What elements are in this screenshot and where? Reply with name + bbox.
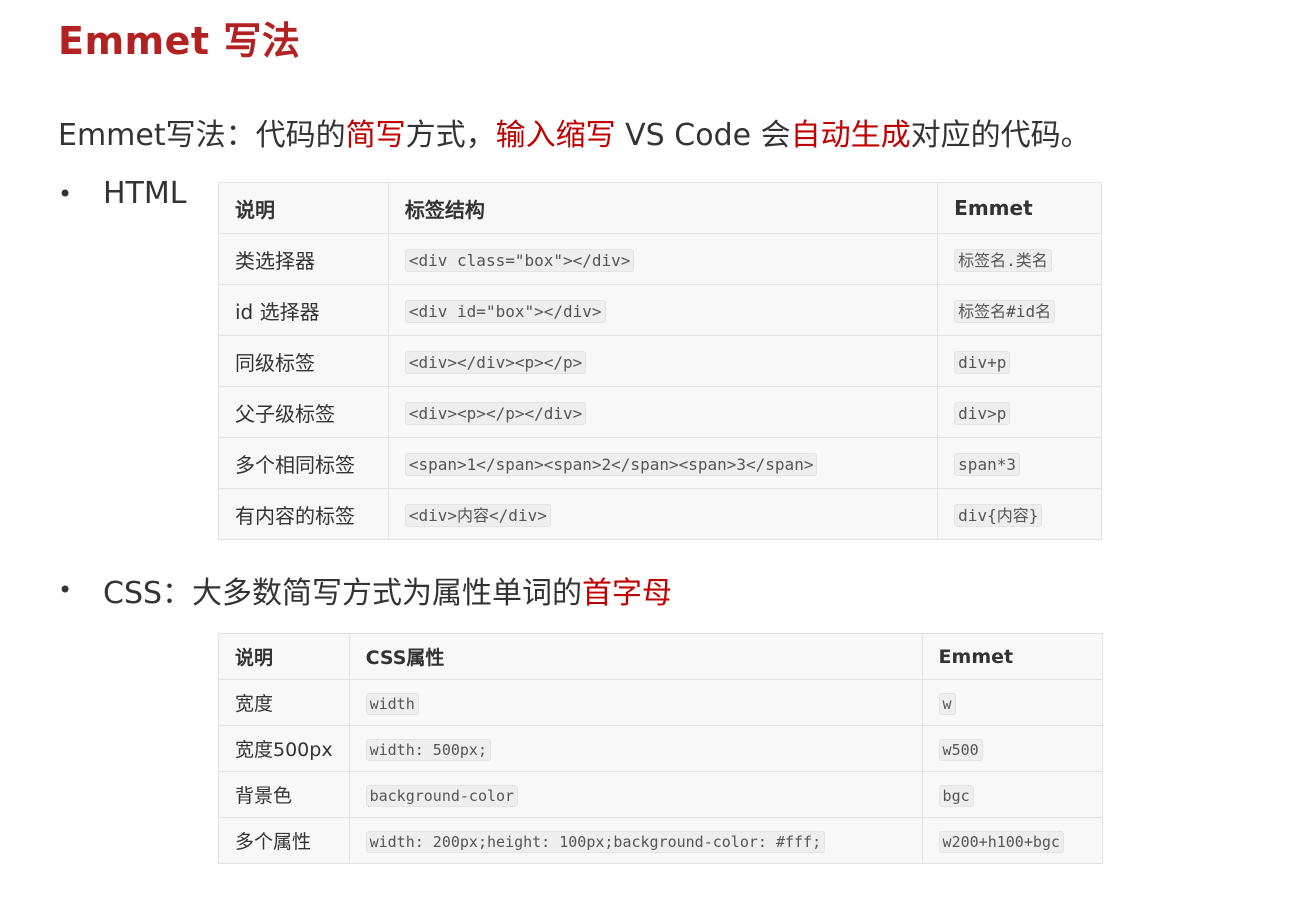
row-description: 有内容的标签	[218, 488, 389, 540]
header-emmet: Emmet	[937, 182, 1102, 234]
tag-structure-code: <span>1</span><span>2</span><span>3</spa…	[404, 453, 818, 476]
row-description: 类选择器	[218, 233, 389, 285]
intro-highlight-2: 输入缩写	[495, 118, 616, 153]
row-description: id 选择器	[218, 284, 389, 336]
html-bullet-item: • HTML	[58, 176, 186, 211]
header-css-property: CSS属性	[348, 633, 923, 680]
emmet-code: w200+h100+bgc	[938, 830, 1064, 853]
css-bullet-item: • CSS：大多数简写方式为属性单词的 首字母	[58, 568, 672, 612]
tag-structure-code: <div id="box"></div>	[404, 300, 606, 323]
table-row: 有内容的标签 <div>内容</div> div{内容}	[218, 488, 1102, 540]
header-description: 说明	[218, 182, 389, 234]
row-description: 背景色	[218, 771, 350, 818]
tag-structure-code: <div class="box"></div>	[404, 249, 635, 272]
tag-structure-code: <div></div><p></p>	[404, 351, 587, 374]
header-tag-structure: 标签结构	[387, 182, 939, 234]
table-row: 宽度 width w	[218, 679, 1104, 726]
row-description: 父子级标签	[218, 386, 389, 438]
intro-part-3: VS Code 会	[615, 118, 791, 153]
emmet-code: 标签名.类名	[954, 249, 1052, 272]
table-row: 父子级标签 <div><p></p></div> div>p	[218, 386, 1102, 438]
emmet-code: div{内容}	[954, 504, 1043, 527]
row-description: 宽度500px	[218, 725, 350, 772]
tag-structure-code: <div><p></p></div>	[404, 402, 587, 425]
emmet-code: bgc	[938, 784, 974, 807]
emmet-code: div>p	[954, 402, 1011, 425]
css-property-code: width	[365, 692, 419, 715]
tag-structure-code: <div>内容</div>	[404, 504, 551, 527]
intro-part-1: Emmet写法：代码的	[58, 118, 346, 153]
row-description: 宽度	[218, 679, 350, 726]
intro-highlight-1: 简写	[345, 118, 406, 153]
table-row: 同级标签 <div></div><p></p> div+p	[218, 335, 1102, 387]
table-row: 背景色 background-color bgc	[218, 771, 1104, 818]
html-section-label: HTML	[103, 176, 187, 211]
table-row: 类选择器 <div class="box"></div> 标签名.类名	[218, 233, 1102, 285]
css-section-label: CSS：大多数简写方式为属性单词的	[103, 576, 583, 611]
emmet-code: 标签名#id名	[954, 300, 1056, 323]
header-description: 说明	[218, 633, 350, 680]
table-row: 多个相同标签 <span>1</span><span>2</span><span…	[218, 437, 1102, 489]
emmet-code: span*3	[954, 453, 1020, 476]
intro-highlight-3: 自动生成	[790, 118, 911, 153]
intro-part-2: 方式，	[405, 118, 496, 153]
css-section-highlight: 首字母	[582, 576, 673, 611]
css-property-code: width: 200px;height: 100px;background-co…	[365, 830, 826, 853]
emmet-code: div+p	[954, 351, 1011, 374]
row-description: 同级标签	[218, 335, 389, 387]
bullet-icon: •	[58, 576, 73, 604]
emmet-code: w	[938, 692, 956, 715]
css-property-code: width: 500px;	[365, 738, 491, 761]
header-emmet: Emmet	[921, 633, 1104, 680]
html-emmet-table: 说明 标签结构 Emmet 类选择器 <div class="box"></di…	[218, 182, 1102, 540]
table-header-row: 说明 标签结构 Emmet	[218, 182, 1102, 234]
emmet-code: w500	[938, 738, 983, 761]
table-row: id 选择器 <div id="box"></div> 标签名#id名	[218, 284, 1102, 336]
table-header-row: 说明 CSS属性 Emmet	[218, 633, 1104, 680]
page-title: Emmet 写法	[58, 19, 301, 63]
intro-part-4: 对应的代码。	[910, 118, 1091, 153]
table-row: 宽度500px width: 500px; w500	[218, 725, 1104, 772]
table-row: 多个属性 width: 200px;height: 100px;backgrou…	[218, 817, 1104, 864]
bullet-icon: •	[58, 179, 73, 208]
row-description: 多个属性	[218, 817, 350, 864]
row-description: 多个相同标签	[218, 437, 389, 489]
css-property-code: background-color	[365, 784, 519, 807]
css-emmet-table: 说明 CSS属性 Emmet 宽度 width w 宽度500px width:…	[218, 633, 1104, 864]
intro-text: Emmet写法：代码的简写方式，输入缩写 VS Code 会自动生成对应的代码。	[58, 110, 1091, 154]
